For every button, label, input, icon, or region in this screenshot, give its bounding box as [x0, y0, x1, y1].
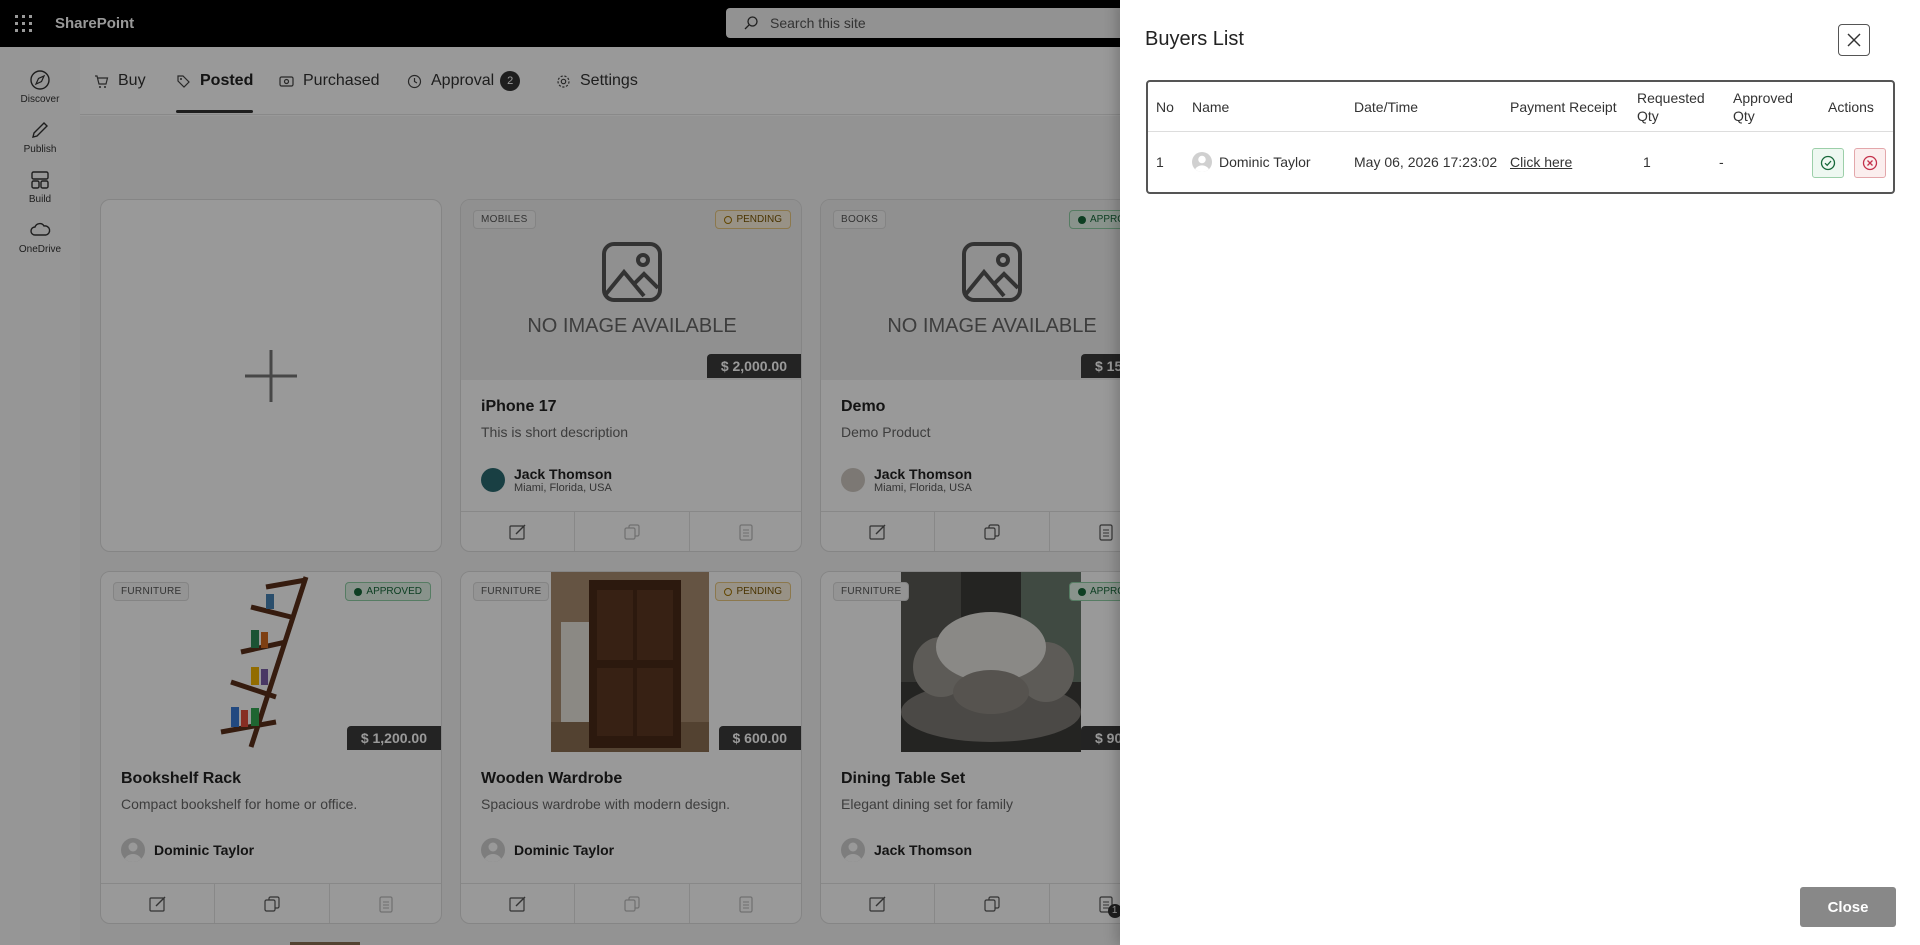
- col-requested-qty: Requested Qty: [1637, 90, 1705, 124]
- col-actions: Actions: [1828, 99, 1874, 115]
- person-icon: [1194, 155, 1210, 172]
- buyers-list-panel: Buyers List No Name Date/Time Payment Re…: [1120, 0, 1920, 945]
- modal-overlay[interactable]: [0, 0, 1120, 945]
- cell-requested-qty: 1: [1643, 154, 1651, 170]
- cell-receipt: Click here: [1510, 132, 1572, 192]
- col-no: No: [1156, 99, 1174, 115]
- col-payment-receipt: Payment Receipt: [1510, 99, 1617, 115]
- close-button[interactable]: Close: [1800, 887, 1896, 927]
- cell-datetime: May 06, 2026 17:23:02: [1354, 154, 1498, 170]
- table-header: No Name Date/Time Payment Receipt Reques…: [1148, 82, 1893, 132]
- dismiss-circle-icon: [1862, 155, 1878, 171]
- reject-button[interactable]: [1854, 148, 1886, 178]
- cell-no: 1: [1156, 154, 1164, 170]
- check-circle-icon: [1820, 155, 1836, 171]
- payment-receipt-link[interactable]: Click here: [1510, 154, 1572, 170]
- cell-name: Dominic Taylor: [1192, 132, 1311, 192]
- cell-approved-qty: -: [1719, 154, 1724, 170]
- col-name: Name: [1192, 99, 1230, 115]
- approve-button[interactable]: [1812, 148, 1844, 178]
- col-datetime: Date/Time: [1354, 99, 1419, 115]
- avatar: [1192, 152, 1212, 172]
- close-icon: [1847, 33, 1861, 47]
- col-approved-qty: Approved Qty: [1733, 90, 1793, 124]
- buyer-name: Dominic Taylor: [1219, 154, 1311, 170]
- buyers-table: No Name Date/Time Payment Receipt Reques…: [1146, 80, 1895, 194]
- panel-close-button[interactable]: [1838, 24, 1870, 56]
- panel-title: Buyers List: [1145, 28, 1244, 50]
